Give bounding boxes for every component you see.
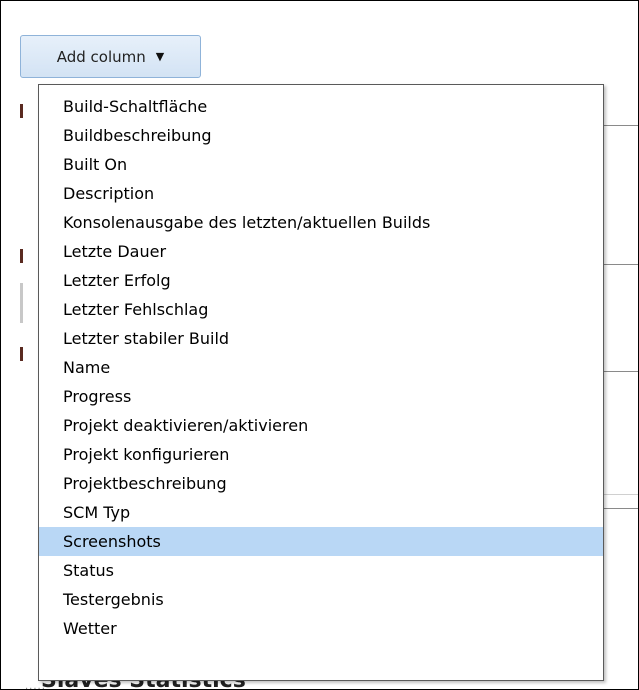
menu-item[interactable]: Projekt konfigurieren [39,440,603,469]
background-marker [20,249,23,263]
background-field-edge [20,283,23,323]
add-column-dropdown-menu[interactable]: Build-Schaltfläche Buildbeschreibung Built… [38,84,604,681]
menu-item[interactable]: Letzter Fehlschlag [39,295,603,324]
background-divider [598,125,638,126]
menu-item[interactable]: Letzter Erfolg [39,266,603,295]
menu-item[interactable]: Letzter stabiler Build [39,324,603,353]
menu-item[interactable]: Name [39,353,603,382]
menu-item[interactable]: Projekt deaktivieren/aktivieren [39,411,603,440]
menu-item[interactable]: Progress [39,382,603,411]
menu-item[interactable]: Testergebnis [39,585,603,614]
menu-item[interactable]: Description [39,179,603,208]
menu-item[interactable]: SCM Typ [39,498,603,527]
menu-item[interactable]: Built On [39,150,603,179]
menu-item[interactable]: Screenshots [39,527,603,556]
caret-down-icon: ▼ [155,50,165,63]
background-marker [20,347,23,361]
add-column-button[interactable]: Add column ▼ [20,35,201,78]
add-column-label: Add column [56,47,146,66]
menu-item[interactable]: Konsolenausgabe des letzten/aktuellen Bu… [39,208,603,237]
menu-item[interactable]: Status [39,556,603,585]
menu-item[interactable]: Wetter [39,614,603,643]
page-frame: ..... Slaves Statistics Add column ▼ Bui… [0,0,639,690]
background-divider [598,508,638,509]
menu-item[interactable]: Projektbeschreibung [39,469,603,498]
background-divider [598,264,638,265]
background-marker [20,104,23,118]
menu-item[interactable]: Buildbeschreibung [39,121,603,150]
background-divider [602,494,638,495]
menu-item[interactable]: Build-Schaltfläche [39,92,603,121]
menu-item[interactable]: Letzte Dauer [39,237,603,266]
background-divider [598,371,638,372]
